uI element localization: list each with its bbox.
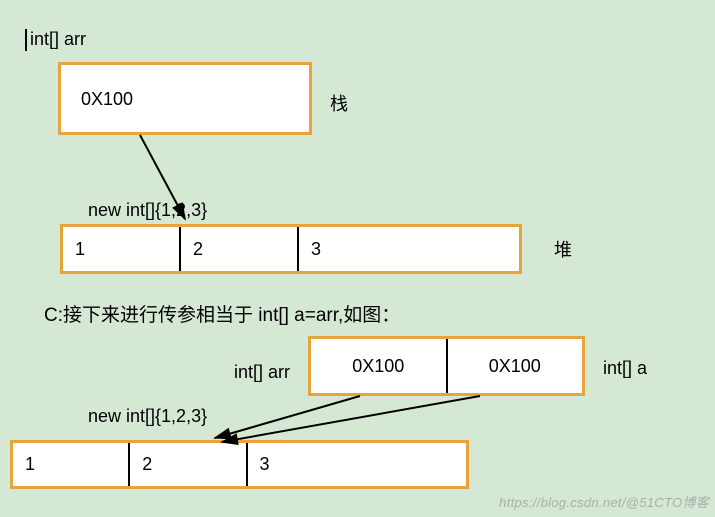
stack-box-top: 0X100 <box>58 62 312 135</box>
heap-cell: 2 <box>181 227 299 271</box>
left-label-bottom: int[] arr <box>234 362 290 383</box>
heap-cell: 3 <box>299 227 519 271</box>
heap-cell: 1 <box>13 443 130 486</box>
heap-cell: 3 <box>248 443 467 486</box>
heap-label-top: 堆 <box>554 236 572 262</box>
stack-cell: 0X100 <box>448 339 583 393</box>
decl-label-top: int[] arr <box>25 29 86 51</box>
right-label-bottom: int[] a <box>603 358 647 379</box>
arrow-stackleft-to-heap-bottom <box>215 396 360 438</box>
stack-label-top: 栈 <box>330 90 348 116</box>
heap-array-bottom: 1 2 3 <box>10 440 469 489</box>
arrow-stackright-to-heap-bottom <box>222 396 480 442</box>
caption-text: C:接下来进行传参相当于 int[] a=arr,如图： <box>44 300 400 327</box>
watermark-text: https://blog.csdn.net/@51CTO博客 <box>499 492 709 511</box>
heap-array-top: 1 2 3 <box>60 224 522 274</box>
stack-value-top: 0X100 <box>81 89 133 109</box>
heap-init-label-bottom: new int[]{1,2,3} <box>88 406 207 427</box>
stack-cell: 0X100 <box>311 339 448 393</box>
heap-cell: 2 <box>130 443 247 486</box>
heap-cell: 1 <box>63 227 181 271</box>
heap-init-label-top: new int[]{1,2,3} <box>88 200 207 221</box>
decl-text: int[] arr <box>30 29 86 49</box>
text-cursor <box>25 29 27 51</box>
stack-box-bottom: 0X100 0X100 <box>308 336 585 396</box>
